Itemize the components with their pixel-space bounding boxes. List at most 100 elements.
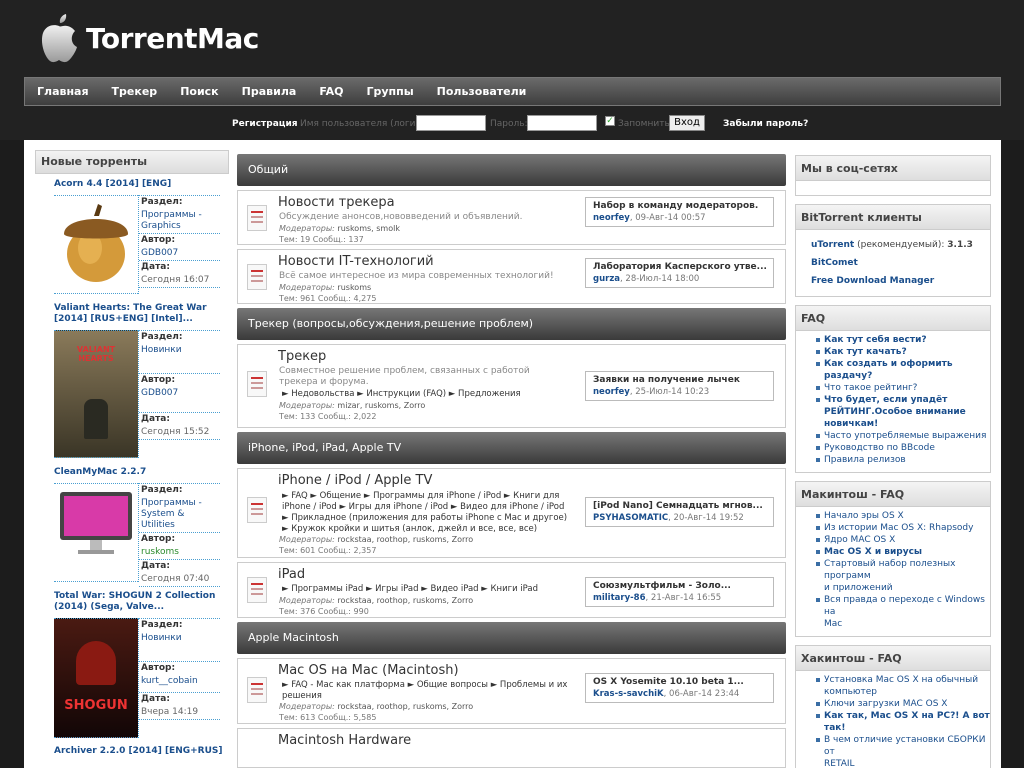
- last-post-author[interactable]: Kras-s-savchiK: [593, 689, 664, 699]
- remember-checkbox[interactable]: ✓: [605, 116, 615, 126]
- nav-search[interactable]: Поиск: [180, 85, 218, 98]
- forum-row[interactable]: iPad ► Программы iPad ► Игры iPad ► Виде…: [237, 562, 786, 618]
- torrent-author[interactable]: ruskoms: [139, 546, 220, 560]
- faq-link[interactable]: Как создать и оформить: [796, 358, 990, 370]
- torrent-title[interactable]: Valiant Hearts: The Great War [2014] [RU…: [54, 303, 229, 325]
- last-post[interactable]: Заявки на получение лычек neorfey, 25-Ию…: [585, 371, 774, 401]
- torrent-section[interactable]: Новинки: [139, 344, 220, 374]
- faq-link[interactable]: и приложений: [796, 582, 990, 594]
- torrent-author[interactable]: GDB007: [139, 387, 220, 413]
- faq-link[interactable]: Часто употребляемые выражения: [796, 430, 990, 442]
- last-post-author[interactable]: military-86: [593, 593, 646, 603]
- last-post-author[interactable]: gurza: [593, 274, 620, 284]
- forum-row[interactable]: Macintosh Hardware: [237, 728, 786, 768]
- faq-link[interactable]: Стартовый набор полезных программ: [796, 558, 990, 582]
- faq-link[interactable]: Руководство по BBcode: [796, 442, 990, 454]
- faq-link[interactable]: Как тут себя вести?: [796, 334, 990, 346]
- torrent-section[interactable]: Новинки: [139, 632, 220, 662]
- last-post[interactable]: Союзмультфильм - Золо... military-86, 21…: [585, 577, 774, 607]
- torrent-section[interactable]: Программы - Graphics: [139, 209, 220, 234]
- faq-link[interactable]: Ядро MAC OS X: [796, 534, 990, 546]
- faq-link[interactable]: Из истории Mac OS X: Rhapsody: [796, 522, 990, 534]
- faq-link[interactable]: новичкам!: [796, 418, 990, 430]
- faq-link[interactable]: Как так, Mac OS X на PC?! А вот: [796, 710, 990, 722]
- last-post-title[interactable]: OS X Yosemite 10.10 beta 1...: [593, 677, 766, 687]
- category-header[interactable]: iPhone, iPod, iPad, Apple TV: [237, 432, 786, 464]
- torrent-title[interactable]: CleanMyMac 2.2.7: [54, 467, 229, 478]
- forum-title[interactable]: Новости IT-технологий: [278, 254, 434, 269]
- forum-row[interactable]: iPhone / iPod / Apple TV ► FAQ ► Общение…: [237, 468, 786, 558]
- forum-title[interactable]: Трекер: [278, 349, 326, 364]
- last-post[interactable]: Набор в команду модераторов. neorfey, 09…: [585, 197, 774, 227]
- subforum-links[interactable]: решения: [282, 691, 322, 702]
- subforum-links[interactable]: iPhone / iPod ► Игры для iPhone / iPod ►…: [282, 502, 564, 513]
- site-logo[interactable]: TorrentMac: [38, 12, 259, 64]
- faq-link[interactable]: Ключи загрузки MAC OS X: [796, 698, 990, 710]
- torrent-section[interactable]: Программы - System & Utilities: [139, 497, 220, 533]
- username-input[interactable]: [416, 115, 486, 131]
- client-utorrent[interactable]: uTorrent (рекомендуемый): 3.1.3: [796, 236, 990, 254]
- forum-row[interactable]: Новости IT-технологий Всё самое интересн…: [237, 249, 786, 304]
- faq-link[interactable]: В чем отличие установки СБОРКИ от: [796, 734, 990, 758]
- last-post-author[interactable]: neorfey: [593, 213, 630, 223]
- faq-link[interactable]: Установка Mac OS X на обычный: [796, 674, 990, 686]
- last-post-title[interactable]: [iPod Nano] Семнадцать мгнов...: [593, 501, 766, 511]
- faq-link[interactable]: компьютер: [796, 686, 990, 698]
- torrent-title[interactable]: Total War: SHOGUN 2 Collection (2014) (S…: [54, 591, 229, 613]
- subforum-links[interactable]: ► Прикладное (приложения для работы iPho…: [282, 513, 567, 524]
- last-post-author[interactable]: PSYHASOMATIC: [593, 513, 668, 523]
- forum-title[interactable]: Macintosh Hardware: [278, 733, 411, 748]
- subforum-links[interactable]: ► Кружок кройки и шитья (анлок, джейл и …: [282, 524, 537, 535]
- faq-link[interactable]: Правила релизов: [796, 454, 990, 466]
- faq-link[interactable]: Вся правда о переходе с Windows на: [796, 594, 990, 618]
- last-post-title[interactable]: Лаборатория Касперского утве...: [593, 262, 766, 272]
- faq-link[interactable]: Начало эры OS X: [796, 510, 990, 522]
- torrent-title[interactable]: Archiver 2.2.0 [2014] [ENG+RUS]: [54, 746, 229, 757]
- last-post-author[interactable]: neorfey: [593, 387, 630, 397]
- nav-tracker[interactable]: Трекер: [112, 85, 158, 98]
- last-post[interactable]: [iPod Nano] Семнадцать мгнов... PSYHASOM…: [585, 497, 774, 527]
- nav-users[interactable]: Пользователи: [437, 85, 527, 98]
- torrent-item[interactable]: Valiant Hearts: The Great War [2014] [RU…: [35, 298, 229, 462]
- nav-home[interactable]: Главная: [37, 85, 89, 98]
- torrent-author[interactable]: GDB007: [139, 247, 220, 261]
- subforum-links[interactable]: ► FAQ ► Общение ► Программы для iPhone /…: [282, 491, 559, 502]
- nav-rules[interactable]: Правила: [242, 85, 297, 98]
- client-fdm[interactable]: Free Download Manager: [796, 272, 990, 290]
- forum-title[interactable]: iPhone / iPod / Apple TV: [278, 473, 432, 488]
- faq-link[interactable]: Как тут качать?: [796, 346, 990, 358]
- acorn-icon[interactable]: [54, 195, 138, 294]
- faq-link[interactable]: так!: [796, 722, 990, 734]
- last-post[interactable]: Лаборатория Касперского утве... gurza, 2…: [585, 258, 774, 288]
- torrent-item[interactable]: CleanMyMac 2.2.7 Раздел: Программы - Sys…: [35, 462, 229, 587]
- shogun-cover[interactable]: SHOGUN: [54, 618, 138, 738]
- valiant-hearts-cover[interactable]: VALIANT HEARTS: [54, 330, 138, 458]
- faq-link[interactable]: RETAIL: [796, 758, 990, 768]
- torrent-item[interactable]: Archiver 2.2.0 [2014] [ENG+RUS]: [35, 741, 229, 757]
- torrent-item[interactable]: Total War: SHOGUN 2 Collection (2014) (S…: [35, 586, 229, 741]
- torrent-title[interactable]: Acorn 4.4 [2014] [ENG]: [54, 179, 229, 190]
- forum-title[interactable]: iPad: [278, 567, 305, 582]
- last-post-title[interactable]: Союзмультфильм - Золо...: [593, 581, 766, 591]
- subforum-links[interactable]: ► Недовольства ► Инструкции (FAQ) ► Пред…: [282, 389, 521, 400]
- torrent-item[interactable]: Acorn 4.4 [2014] [ENG] Раздел: Программы…: [35, 174, 229, 298]
- category-header[interactable]: Общий: [237, 154, 786, 186]
- forum-row[interactable]: Новости трекера Обсуждение анонсов,новов…: [237, 190, 786, 245]
- faq-link[interactable]: Mac OS X и вирусы: [796, 546, 990, 558]
- subforum-links[interactable]: ► FAQ - Mac как платформа ► Общие вопрос…: [282, 680, 567, 691]
- forum-row[interactable]: Mac OS на Mac (Macintosh) ► FAQ - Mac ка…: [237, 658, 786, 724]
- nav-groups[interactable]: Группы: [366, 85, 413, 98]
- category-header[interactable]: Трекер (вопросы,обсуждения,решение пробл…: [237, 308, 786, 340]
- nav-faq[interactable]: FAQ: [319, 85, 343, 98]
- faq-link[interactable]: Mac: [796, 618, 990, 630]
- forgot-password-link[interactable]: Забыли пароль?: [723, 119, 808, 129]
- forum-row[interactable]: Трекер Совместное решение проблем, связа…: [237, 344, 786, 428]
- faq-link[interactable]: раздачу?: [796, 370, 990, 382]
- torrent-author[interactable]: kurt__cobain: [139, 675, 220, 693]
- last-post-title[interactable]: Набор в команду модераторов.: [593, 201, 766, 211]
- category-header[interactable]: Apple Macintosh: [237, 622, 786, 654]
- faq-link[interactable]: Что будет, если упадёт: [796, 394, 990, 406]
- faq-link[interactable]: Что такое рейтинг?: [796, 382, 990, 394]
- password-input[interactable]: [527, 115, 597, 131]
- forum-title[interactable]: Mac OS на Mac (Macintosh): [278, 663, 459, 678]
